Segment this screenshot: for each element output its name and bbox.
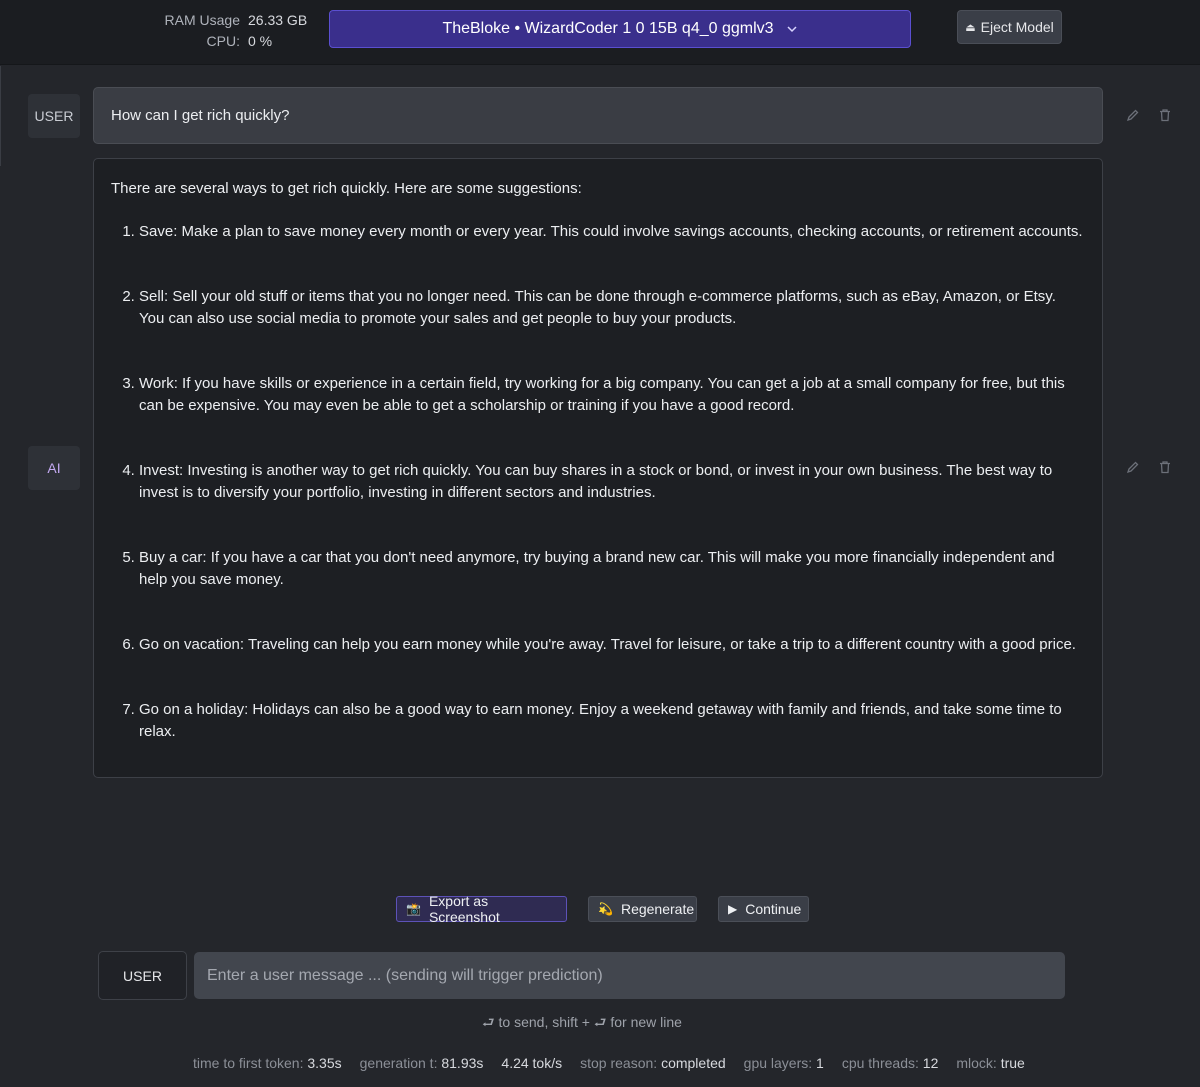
- list-item: Save: Make a plan to save money every mo…: [139, 221, 1085, 243]
- stat-ttft: time to first token: 3.35s: [193, 1055, 342, 1071]
- continue-button[interactable]: ▶ Continue: [718, 896, 809, 922]
- user-message-actions: [1126, 108, 1186, 122]
- user-message-text: How can I get rich quickly?: [111, 107, 290, 124]
- model-name: TheBloke • WizardCoder 1 0 15B q4_0 ggml…: [442, 20, 774, 37]
- stat-generation-time: generation t: 81.93s: [359, 1055, 484, 1071]
- ram-usage-value: 26.33 GB: [248, 12, 308, 28]
- eject-model-button[interactable]: ⏏ Eject Model: [957, 10, 1062, 44]
- list-item: Buy a car: If you have a car that you do…: [139, 547, 1085, 591]
- resource-stats: RAM Usage 26.33 GB CPU: 0 %: [150, 10, 310, 52]
- export-screenshot-label: Export as Screenshot: [428, 893, 500, 925]
- list-item: Go on vacation: Traveling can help you e…: [139, 634, 1085, 656]
- continue-label: Continue: [745, 901, 802, 917]
- role-badge-ai[interactable]: AI: [28, 446, 80, 490]
- trash-icon[interactable]: [1158, 108, 1172, 122]
- eject-icon: ⏏: [965, 21, 976, 34]
- composer-role-toggle[interactable]: USER: [98, 951, 187, 1000]
- list-item: Sell: Sell your old stuff or items that …: [139, 286, 1085, 330]
- stat-mlock: mlock: true: [956, 1055, 1025, 1071]
- export-screenshot-button[interactable]: 📸 Export as Screenshot: [396, 893, 567, 925]
- ai-message-intro: There are several ways to get rich quick…: [111, 180, 582, 197]
- list-item: Work: If you have skills or experience i…: [139, 373, 1085, 417]
- regenerate-button[interactable]: 💫 Regenerate: [588, 896, 697, 922]
- ai-message-actions: [1126, 460, 1186, 474]
- camera-icon: 📸: [406, 902, 421, 916]
- message-input[interactable]: [194, 952, 1065, 999]
- eject-model-label: Eject Model: [980, 19, 1054, 35]
- stat-cpu-threads: cpu threads: 12: [841, 1055, 939, 1071]
- divider: [0, 66, 1, 166]
- stat-gpu-layers: gpu layers: 1: [743, 1055, 824, 1071]
- chevron-down-icon: [787, 26, 797, 33]
- model-selector[interactable]: TheBloke • WizardCoder 1 0 15B q4_0 ggml…: [329, 10, 911, 48]
- suggestion-list: Save: Make a plan to save money every mo…: [111, 221, 1085, 743]
- play-icon: ▶: [728, 902, 738, 916]
- edit-icon[interactable]: [1126, 460, 1140, 474]
- stat-stop-reason: stop reason: completed: [580, 1055, 726, 1071]
- ram-usage-label: RAM Usage: [164, 12, 240, 28]
- edit-icon[interactable]: [1126, 108, 1140, 122]
- sparkle-icon: 💫: [598, 902, 613, 916]
- send-hint: ⮐ to send, shift + ⮐ for new line: [482, 1014, 682, 1030]
- ai-message[interactable]: There are several ways to get rich quick…: [93, 158, 1103, 778]
- trash-icon[interactable]: [1158, 460, 1172, 474]
- stat-speed: 4.24 tok/s: [501, 1055, 563, 1071]
- generation-stats: time to first token: 3.35s generation t:…: [193, 1055, 1025, 1071]
- role-badge-user[interactable]: USER: [28, 94, 80, 138]
- cpu-label: CPU:: [206, 33, 240, 49]
- list-item: Invest: Investing is another way to get …: [139, 460, 1085, 504]
- user-message[interactable]: How can I get rich quickly?: [93, 87, 1103, 144]
- regenerate-label: Regenerate: [620, 901, 695, 917]
- cpu-value: 0 %: [248, 33, 273, 49]
- top-bar: RAM Usage 26.33 GB CPU: 0 % TheBloke • W…: [0, 0, 1200, 65]
- list-item: Go on a holiday: Holidays can also be a …: [139, 699, 1085, 743]
